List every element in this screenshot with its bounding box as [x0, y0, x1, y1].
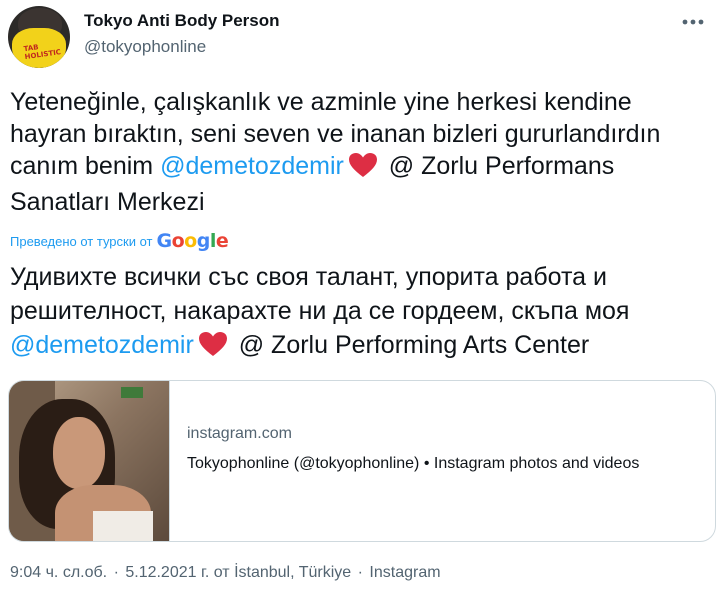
heart-emoji-icon — [348, 152, 378, 186]
translation-text-part2: @ Zorlu Performing Arts Center — [231, 331, 590, 359]
tweet-date[interactable]: 5.12.2021 г. — [125, 564, 209, 581]
tweet-text: Yeteneğinle, çalışkanlık ve azminle yine… — [10, 86, 710, 218]
tweet-time[interactable]: 9:04 ч. сл.об. — [10, 564, 107, 581]
meta-separator: · — [357, 564, 363, 581]
more-options-button[interactable] — [678, 10, 708, 34]
more-horizontal-icon — [682, 19, 704, 25]
translation-label: Преведено от турски от — [10, 233, 153, 249]
google-logo[interactable]: Google — [157, 230, 229, 252]
meta-separator: · — [113, 564, 119, 581]
tweet-source[interactable]: Instagram — [369, 564, 440, 581]
link-preview-card[interactable]: instagram.com Tokyophonline (@tokyophonl… — [8, 380, 716, 542]
avatar[interactable]: TAB HOLISTIC — [8, 6, 70, 68]
card-domain: instagram.com — [187, 425, 292, 442]
mention-link[interactable]: @demetozdemir — [160, 152, 344, 180]
translation-text-part1: Удивихте всички със своя талант, упорита… — [10, 263, 630, 325]
card-title: Tokyophonline (@tokyophonline) • Instagr… — [187, 455, 640, 472]
tweet-meta: 9:04 ч. сл.об. · 5.12.2021 г. от İstanbu… — [10, 564, 441, 582]
card-thumbnail-image — [9, 381, 170, 541]
author-display-name[interactable]: Tokyo Anti Body Person — [84, 11, 280, 31]
translation-text: Удивихте всички със своя талант, упорита… — [10, 260, 716, 366]
author-handle[interactable]: @tokyophonline — [84, 37, 206, 57]
heart-emoji-icon — [198, 331, 228, 366]
tweet-location[interactable]: от İstanbul, Türkiye — [214, 564, 351, 581]
translation-mention-link[interactable]: @demetozdemir — [10, 331, 194, 359]
translation-attribution: Преведено от турски от Google — [10, 230, 229, 252]
tweet: TAB HOLISTIC Tokyo Anti Body Person @tok… — [0, 0, 722, 590]
